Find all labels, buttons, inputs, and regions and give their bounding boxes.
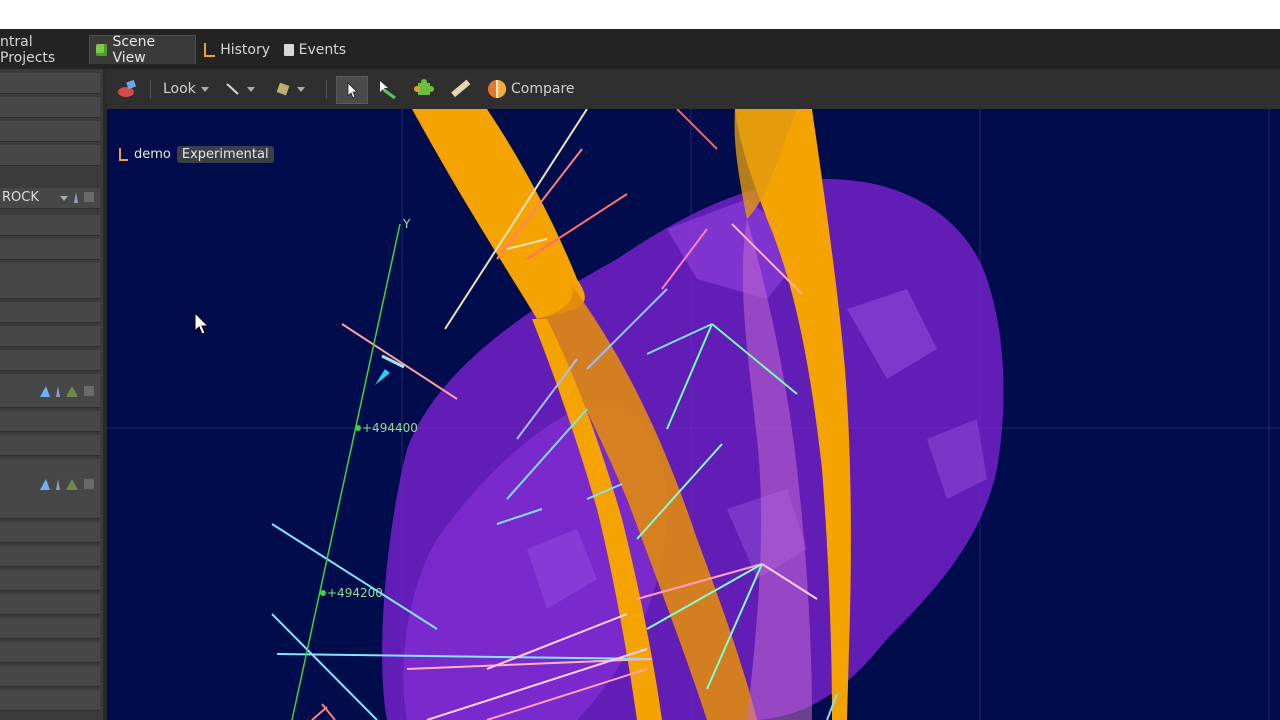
branch-icon bbox=[119, 148, 128, 161]
visibility-icon[interactable] bbox=[56, 479, 60, 490]
chevron-down-icon bbox=[297, 86, 305, 92]
shapes-dropdown[interactable] bbox=[274, 76, 316, 102]
scene-settings-icon bbox=[118, 79, 137, 97]
shading-icon[interactable] bbox=[40, 386, 50, 397]
menu-icon[interactable] bbox=[84, 192, 94, 202]
cursor-arrow-icon bbox=[347, 82, 358, 99]
look-label: Look bbox=[163, 81, 196, 97]
tab-scene-view[interactable]: Scene View bbox=[89, 34, 196, 66]
tab-central-projects[interactable]: ntral Projects bbox=[0, 33, 86, 66]
compare-icon bbox=[488, 80, 506, 98]
cube-icon bbox=[96, 44, 108, 56]
tab-label: Events bbox=[298, 41, 346, 58]
line-tool-icon bbox=[226, 83, 239, 95]
tree-row[interactable] bbox=[0, 666, 100, 687]
chevron-down-icon bbox=[247, 86, 255, 92]
tree-row[interactable] bbox=[0, 546, 100, 567]
scene-project-label: demo Experimental bbox=[119, 146, 274, 163]
pick-icon bbox=[380, 81, 396, 100]
project-name: demo bbox=[134, 147, 171, 162]
tree-row[interactable] bbox=[0, 326, 100, 347]
tree-row[interactable] bbox=[0, 618, 100, 639]
scene-settings-button[interactable] bbox=[114, 76, 140, 102]
shading-icon[interactable] bbox=[40, 479, 50, 490]
chevron-down-icon bbox=[200, 86, 209, 92]
axis-label-y: Y bbox=[403, 217, 411, 231]
tree-row[interactable] bbox=[0, 594, 100, 615]
tree-row[interactable] bbox=[0, 350, 100, 371]
measure-tool-button[interactable] bbox=[446, 76, 474, 102]
tab-label: Scene View bbox=[112, 34, 156, 66]
look-dropdown[interactable]: Look bbox=[163, 76, 213, 102]
tree-row[interactable] bbox=[0, 690, 100, 711]
tree-row[interactable] bbox=[0, 435, 100, 456]
tree-row[interactable] bbox=[0, 302, 100, 323]
tree-row[interactable] bbox=[0, 263, 100, 299]
chevron-down-icon[interactable] bbox=[60, 196, 68, 201]
visibility-icon[interactable] bbox=[56, 386, 60, 397]
tree-row[interactable] bbox=[0, 642, 100, 663]
tree-row[interactable] bbox=[0, 411, 100, 432]
surface-icon[interactable] bbox=[66, 386, 78, 397]
project-tree-panel: ROCK bbox=[0, 69, 103, 720]
tree-row[interactable] bbox=[0, 215, 100, 236]
tree-row-object[interactable] bbox=[0, 459, 100, 519]
tree-row[interactable] bbox=[0, 570, 100, 591]
tree-row[interactable] bbox=[0, 522, 100, 543]
tree-row-rock[interactable]: ROCK bbox=[0, 188, 100, 209]
tree-row-object[interactable] bbox=[0, 374, 100, 408]
surface-icon[interactable] bbox=[66, 479, 78, 490]
draw-line-dropdown[interactable] bbox=[224, 76, 264, 102]
tree-row[interactable] bbox=[0, 97, 100, 118]
tab-label: ntral Projects bbox=[0, 33, 56, 66]
coordinate-label: +494200 bbox=[327, 586, 383, 600]
tab-history[interactable]: History bbox=[198, 35, 276, 64]
tab-events[interactable]: Events bbox=[278, 35, 352, 64]
select-tool-button[interactable] bbox=[336, 76, 368, 104]
coordinate-label: +494400 bbox=[362, 421, 418, 435]
document-icon bbox=[284, 43, 294, 56]
scene-viewport[interactable]: demo Experimental Y +494400 +494200 bbox=[107, 109, 1280, 720]
toolbar-separator bbox=[326, 80, 327, 98]
scene-canvas[interactable] bbox=[107, 109, 1280, 720]
menu-icon[interactable] bbox=[84, 386, 94, 396]
toolbar-separator bbox=[150, 80, 151, 98]
tab-label: History bbox=[220, 41, 270, 58]
tree-row[interactable] bbox=[0, 145, 100, 166]
puzzle-tool-button[interactable] bbox=[410, 76, 438, 102]
pick-tool-button[interactable] bbox=[373, 76, 401, 102]
experimental-badge: Experimental bbox=[176, 146, 274, 163]
tree-row[interactable] bbox=[0, 73, 100, 94]
mouse-cursor-icon bbox=[194, 311, 210, 335]
ruler-icon bbox=[451, 79, 471, 98]
compare-label: Compare bbox=[511, 81, 575, 97]
rock-label: ROCK bbox=[2, 190, 39, 205]
tree-row[interactable] bbox=[0, 239, 100, 260]
menu-icon[interactable] bbox=[84, 479, 94, 489]
compare-button[interactable]: Compare bbox=[486, 76, 576, 102]
branch-icon bbox=[204, 42, 216, 57]
shapes-icon bbox=[276, 82, 290, 96]
visibility-icon[interactable] bbox=[74, 192, 78, 203]
tree-row[interactable] bbox=[0, 121, 100, 142]
puzzle-icon bbox=[414, 79, 434, 95]
top-margin bbox=[0, 0, 1280, 29]
